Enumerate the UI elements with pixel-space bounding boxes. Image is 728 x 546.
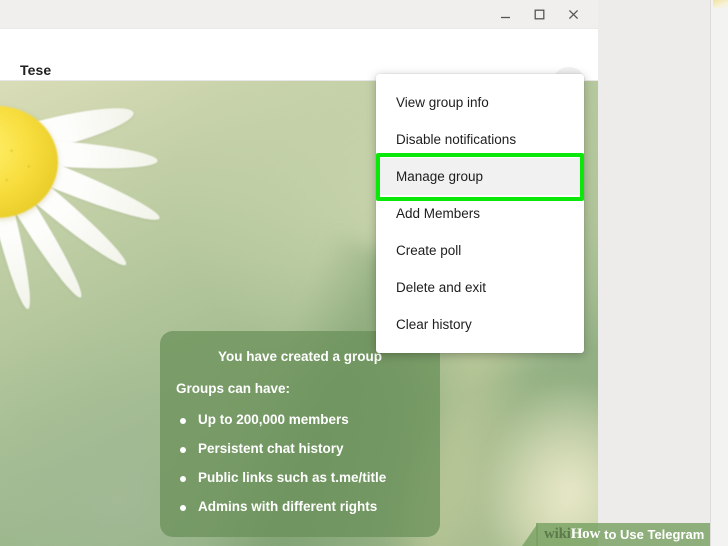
desktop-background-right xyxy=(598,0,728,546)
list-item: Persistent chat history xyxy=(176,441,424,456)
menu-item-clear-history[interactable]: Clear history xyxy=(376,306,584,343)
wikihow-watermark: wiki How to Use Telegram xyxy=(522,523,711,546)
maximize-icon xyxy=(534,9,544,20)
desktop-background-far-right xyxy=(711,0,728,546)
desktop-corner-accent xyxy=(713,0,728,8)
menu-item-manage-group[interactable]: Manage group xyxy=(376,158,584,195)
menu-item-create-poll[interactable]: Create poll xyxy=(376,232,584,269)
background-highlight-blur xyxy=(480,381,598,546)
watermark-title: to Use Telegram xyxy=(604,527,705,542)
minimize-button[interactable] xyxy=(488,0,522,29)
watermark-wiki: wiki xyxy=(544,526,571,542)
list-item: Up to 200,000 members xyxy=(176,412,424,427)
chat-options-menu: View group info Disable notifications Ma… xyxy=(376,74,584,353)
window-titlebar xyxy=(0,0,598,29)
service-message-subheading: Groups can have: xyxy=(176,381,291,396)
watermark-how: How xyxy=(570,526,601,542)
service-message-bubble: You have created a group Groups can have… xyxy=(160,331,440,537)
list-item: Admins with different rights xyxy=(176,499,424,514)
menu-item-add-members[interactable]: Add Members xyxy=(376,195,584,232)
close-icon xyxy=(568,9,578,20)
menu-item-disable-notifications[interactable]: Disable notifications xyxy=(376,121,584,158)
menu-item-delete-and-exit[interactable]: Delete and exit xyxy=(376,269,584,306)
maximize-button[interactable] xyxy=(522,0,556,29)
window-controls xyxy=(488,0,590,29)
chat-title: Tese xyxy=(20,62,52,78)
telegram-window: Tese 2 members xyxy=(0,0,598,546)
menu-item-manage-group-wrapper: Manage group xyxy=(376,153,584,201)
service-message-bullets: Up to 200,000 members Persistent chat hi… xyxy=(176,412,424,514)
desktop-divider xyxy=(710,0,711,546)
list-item: Public links such as t.me/title xyxy=(176,470,424,485)
minimize-icon xyxy=(500,16,510,19)
screenshot-root: Tese 2 members xyxy=(0,0,728,546)
close-button[interactable] xyxy=(556,0,590,29)
menu-item-view-group-info[interactable]: View group info xyxy=(376,84,584,121)
